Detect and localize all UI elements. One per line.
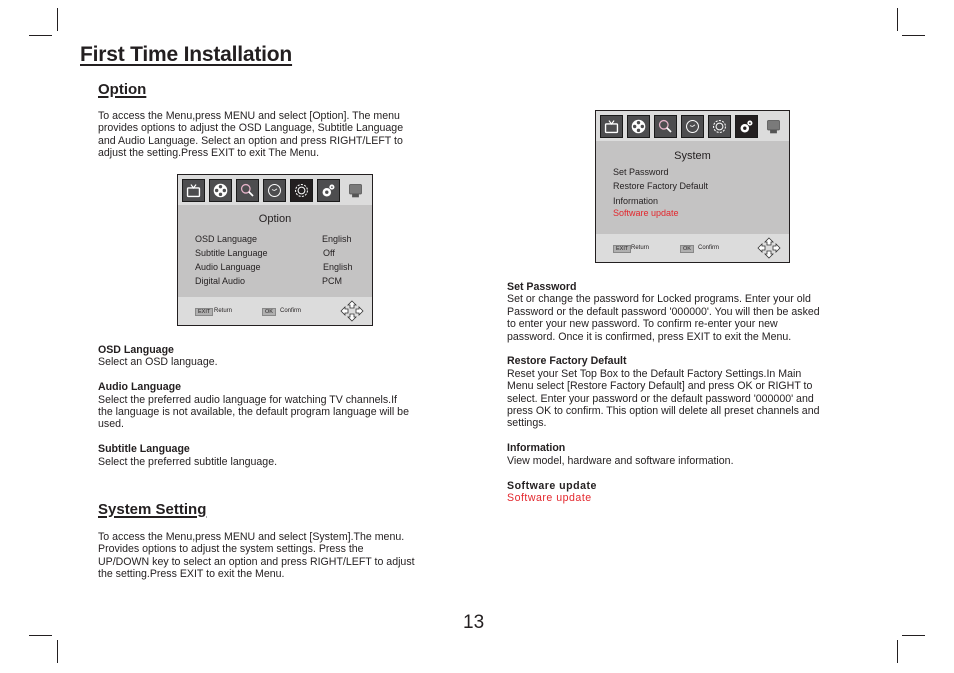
ok-key: OK [262,308,276,316]
desc-text: Select the preferred audio language for … [98,393,397,406]
desc-title: Software update [507,479,597,492]
osd-row-label: Audio Language [195,262,261,272]
desc-text: Password or the default password '000000… [507,305,820,318]
desc-title: Restore Factory Default [507,355,627,368]
osd-row-value: PCM [322,276,342,286]
exit-label: Return [631,245,650,251]
dpad-icon [340,300,364,322]
desc-text: Reset your Set Top Box to the Default Fa… [507,367,802,380]
intro-line: provides options to adjust the OSD Langu… [98,122,404,135]
usb-icon [344,179,367,202]
osd-row-value: Off [323,248,335,258]
desc-text: press OK to confirm. This option will de… [507,405,820,418]
search-icon [236,178,259,202]
crop-mark [897,640,898,663]
option-intro: To access the Menu,press MENU and select… [98,110,403,160]
osd-row-label: Restore Factory Default [613,181,709,191]
intro-line: To access the Menu,press MENU and select… [98,531,405,543]
osd-row-label: Set Password [613,167,669,177]
desc-text: select. Enter your password or the defau… [507,392,814,405]
crop-mark [29,635,52,636]
exit-key: EXIT [195,308,214,316]
osd-title: System [674,150,711,162]
desc-text: settings. [507,417,547,430]
intro-line: and Audio Language. Select an option and… [98,134,403,147]
gear-icon [708,114,731,138]
desc-text: used. [98,418,124,431]
ok-key: OK [680,245,694,253]
osd-row-label: Information [613,196,659,206]
system-gears-icon [735,114,758,138]
clock-icon [681,114,704,138]
intro-line: UP/DOWN key to select an option and pres… [98,555,415,568]
ok-label: Confirm [698,245,720,251]
intro-line: adjust the setting.Press EXIT to exit Th… [98,147,320,160]
film-reel-icon [627,114,650,138]
exit-key: EXIT [613,245,632,253]
desc-title: OSD Language [98,344,174,356]
crop-mark [57,8,58,31]
crop-mark [57,640,58,663]
osd-title: Option [258,213,292,225]
desc-text: Select an OSD language. [98,356,218,369]
menu-icon-bar [178,175,372,205]
system-intro: To access the Menu,press MENU and select… [98,531,415,581]
desc-text: the language is not available, the defau… [98,406,409,419]
option-heading: Option [98,81,147,98]
intro-line: To access the Menu,press MENU and select… [98,110,400,122]
system-gears-icon [317,178,340,202]
gear-icon [290,178,313,202]
crop-mark [902,35,925,36]
option-osd-screen: Option OSD Language English Subtitle Lan… [177,174,373,326]
desc-title: Set Password [507,281,577,293]
film-reel-icon [209,178,232,202]
desc-text-highlighted: Software update [507,491,592,504]
osd-row-label: OSD Language [195,234,258,244]
osd-footer: EXIT Return OK Confirm [596,234,789,262]
ok-label: Confirm [280,308,302,314]
system-heading: System Setting [98,501,207,518]
osd-row-value: English [322,234,352,244]
system-descriptions: Set Password Set or change the password … [507,281,820,504]
option-descriptions: OSD Language Select an OSD language. Aud… [98,344,409,468]
tv-icon [600,114,623,138]
desc-text: password. Once it is confirmed, press EX… [507,330,792,343]
osd-row-label-highlighted: Software update [613,208,679,218]
menu-icon-bar [596,111,789,141]
intro-line: Provides options to adjust the system se… [98,543,364,556]
osd-row-label: Digital Audio [195,276,246,286]
desc-text: Set or change the password for Locked pr… [507,293,811,306]
crop-mark [902,635,925,636]
desc-text: Menu select [Restore Factory Default] an… [507,380,813,393]
dpad-icon [757,237,781,259]
osd-row-value: English [323,262,353,272]
osd-row-label: Subtitle Language [195,248,268,258]
desc-text: Select the preferred subtitle language. [98,455,278,468]
desc-title: Subtitle Language [98,443,190,456]
page-number: 13 [463,612,485,633]
desc-title: Audio Language [98,381,181,394]
intro-line: the setting.Press EXIT to exit the Menu. [98,568,285,581]
page-title: First Time Installation [80,43,293,66]
desc-text: View model, hardware and software inform… [507,454,734,467]
osd-footer: EXIT Return OK Confirm [178,297,372,325]
tv-icon [182,178,205,202]
crop-mark [29,35,52,36]
exit-label: Return [214,308,233,314]
desc-title: Information [507,442,566,455]
usb-icon [762,115,785,138]
crop-mark [897,8,898,31]
clock-icon [263,178,286,202]
system-osd-screen: System Set Password Restore Factory Defa… [595,110,790,263]
desc-text: to enter your new password. To confirm r… [507,318,778,331]
search-icon [654,114,677,138]
